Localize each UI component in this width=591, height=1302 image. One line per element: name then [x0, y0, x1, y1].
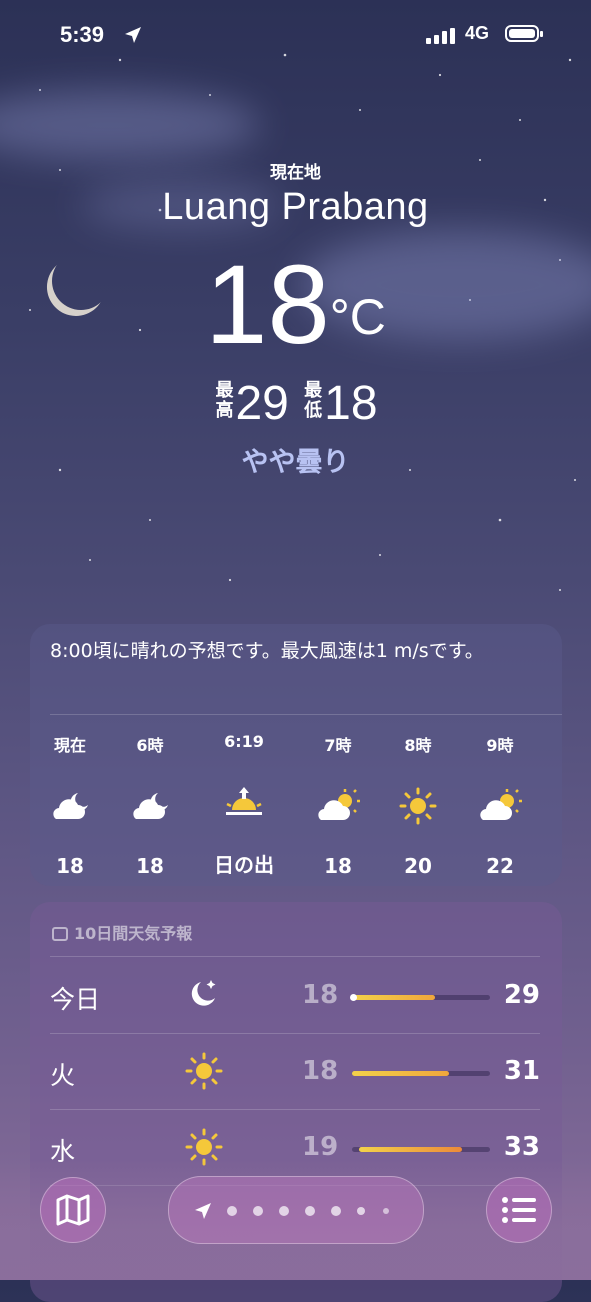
hour-label: 8時	[404, 736, 432, 755]
page-dot[interactable]	[305, 1206, 315, 1216]
low-value: 18	[324, 377, 378, 430]
partly-cloudy-night-icon	[53, 793, 88, 819]
map-button[interactable]	[40, 1177, 106, 1243]
partly-cloudy-night-icon	[133, 793, 168, 819]
page-dot[interactable]	[331, 1206, 341, 1216]
page-dot[interactable]	[357, 1207, 365, 1215]
hour-label: 6:19	[224, 732, 264, 751]
day-high: 29	[503, 980, 540, 1010]
page-dot[interactable]	[227, 1206, 237, 1216]
day-high: 31	[503, 1056, 540, 1086]
divider	[50, 714, 562, 715]
partly-cloudy-day-icon	[318, 789, 360, 820]
page-dot[interactable]	[253, 1206, 263, 1216]
low-label: 最低	[304, 380, 323, 421]
day-low: 18	[302, 1056, 339, 1086]
hour-label: 7時	[324, 736, 352, 755]
page-indicator[interactable]	[168, 1176, 424, 1244]
hour-temp: 18	[56, 854, 84, 878]
current-temperature: 18°C	[0, 240, 591, 369]
network-type: 4G	[465, 23, 490, 43]
divider	[50, 956, 540, 957]
status-bar: 5:39 4G	[0, 22, 591, 52]
temp-range-fill	[352, 1071, 449, 1076]
day-label: 火	[50, 1061, 76, 1090]
temp-range-bar	[352, 1147, 490, 1152]
high-label: 最高	[215, 380, 234, 421]
hour-label: 現在	[53, 736, 86, 755]
hour-item: 7時 18	[308, 732, 368, 878]
calendar-icon	[52, 927, 68, 941]
sun-icon	[399, 787, 437, 825]
hour-temp: 20	[404, 854, 432, 878]
day-low: 18	[302, 980, 339, 1010]
hour-label: 9時	[486, 736, 514, 755]
hour-label: 6時	[136, 736, 164, 755]
hour-temp: 18	[136, 854, 164, 878]
condition-text: やや曇り	[241, 447, 350, 478]
battery-icon	[505, 25, 543, 42]
hour-item: 9時 22	[470, 732, 530, 878]
city-name: Luang Prabang	[162, 186, 429, 228]
location-label: 現在地	[270, 163, 321, 183]
cloud-wisp	[0, 90, 260, 160]
temp-range-bar	[352, 1071, 490, 1076]
map-icon	[56, 1194, 90, 1226]
ten-day-header: 10日間天気予報	[52, 920, 192, 944]
status-time: 5:39	[60, 22, 105, 47]
day-label: 今日	[50, 985, 101, 1014]
hourly-summary: 8:00頃に晴れの予想です。最大風速は1 m/sです。	[50, 640, 484, 662]
high-low: 最高29 最低18	[0, 376, 591, 431]
partly-cloudy-day-icon	[480, 789, 522, 820]
ten-day-title: 10日間天気予報	[74, 924, 193, 943]
temp-range-fill	[358, 1147, 463, 1152]
temp-range-fill	[352, 995, 435, 1000]
daily-row[interactable]: 火 18 31	[30, 1034, 562, 1110]
location-arrow-icon	[195, 1203, 211, 1219]
current-temp-dot	[350, 994, 357, 1001]
hour-item: 6:19 日の出	[212, 732, 276, 878]
cellular-signal-icon	[426, 28, 455, 44]
temperature-unit: °C	[329, 289, 386, 345]
hour-temp: 22	[486, 854, 514, 878]
temperature-value: 18	[205, 242, 330, 367]
temp-range-bar	[350, 994, 490, 1001]
daily-row[interactable]: 今日 18 29	[30, 958, 562, 1034]
location-arrow-icon	[125, 27, 141, 43]
moon-stars-icon	[191, 980, 216, 1006]
sunrise-icon	[226, 787, 262, 815]
hour-item: 8時 20	[388, 732, 448, 878]
hour-temp: 日の出	[214, 853, 274, 877]
day-low: 19	[302, 1132, 339, 1162]
hourly-forecast-card[interactable]: 8:00頃に晴れの予想です。最大風速は1 m/sです。 現在 18 6時 18 …	[30, 624, 562, 886]
hour-item: 現在 18	[40, 732, 100, 878]
sun-icon	[185, 1052, 223, 1090]
day-high: 33	[503, 1132, 540, 1162]
list-icon	[502, 1197, 536, 1223]
hour-item: 6時 18	[120, 732, 180, 878]
city-list-button[interactable]	[486, 1177, 552, 1243]
high-value: 29	[235, 377, 289, 430]
hour-temp: 18	[324, 854, 352, 878]
page-dot[interactable]	[383, 1208, 389, 1214]
page-dot[interactable]	[279, 1206, 289, 1216]
